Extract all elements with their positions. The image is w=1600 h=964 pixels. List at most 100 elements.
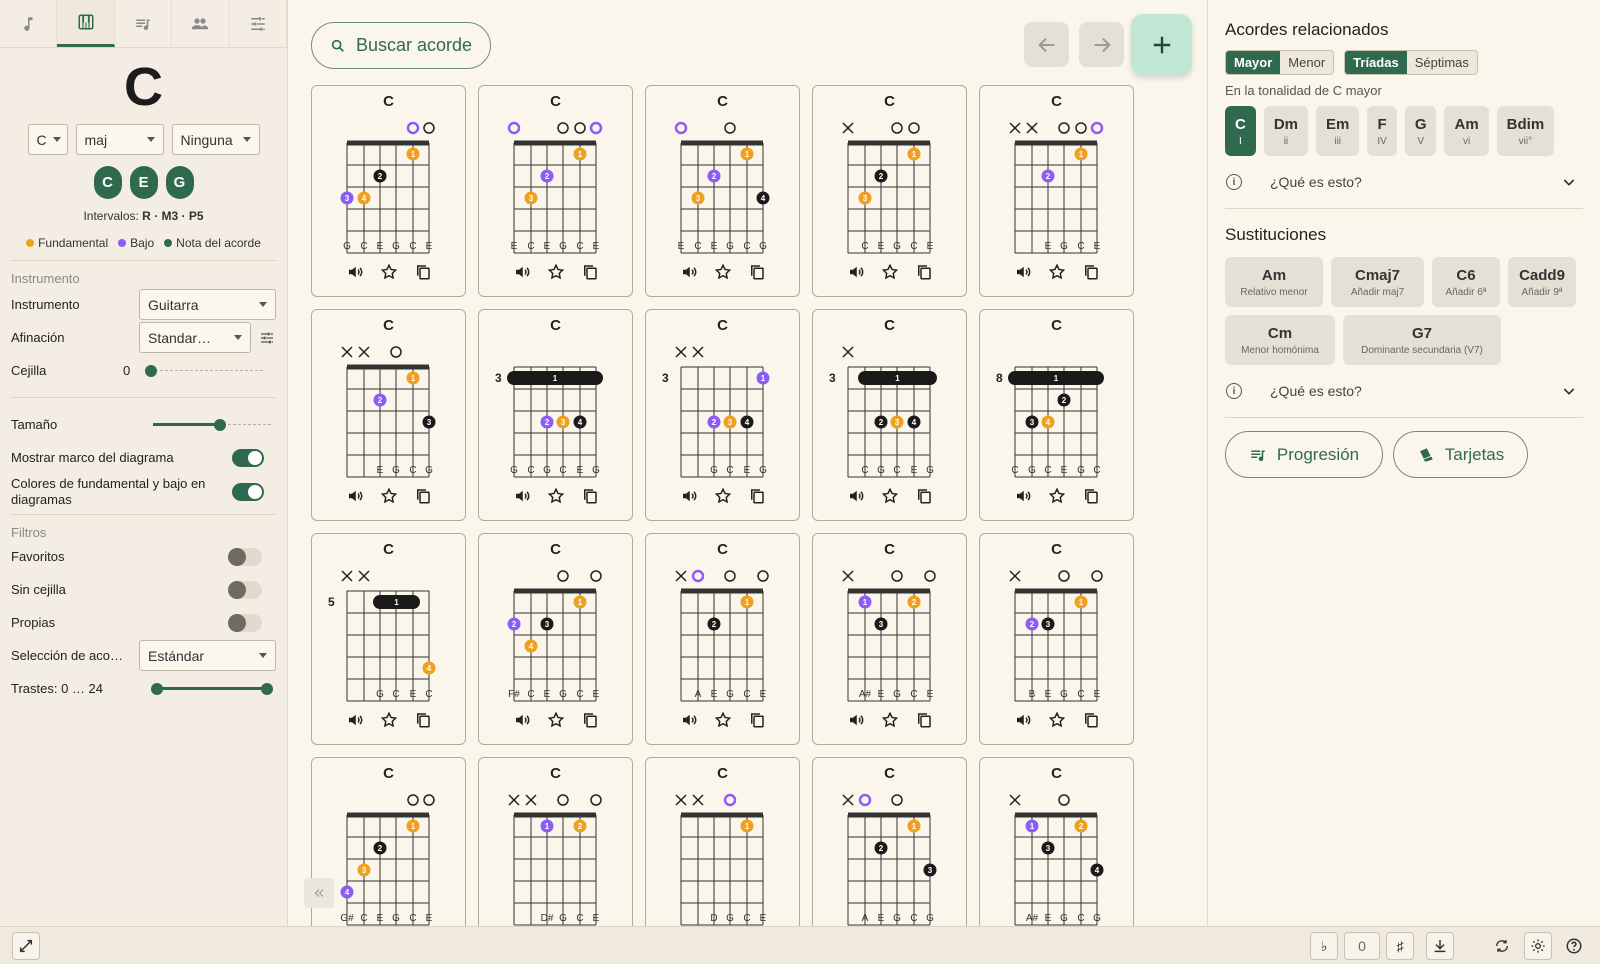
type-triads[interactable]: Tríadas (1345, 51, 1407, 74)
play-button[interactable] (1013, 486, 1033, 506)
copy-button[interactable] (580, 710, 600, 730)
copy-button[interactable] (914, 262, 934, 282)
play-button[interactable] (679, 486, 699, 506)
tab-chords[interactable] (57, 0, 115, 47)
tab-settings[interactable] (230, 0, 288, 47)
favorite-button[interactable] (379, 486, 399, 506)
size-slider[interactable] (153, 418, 271, 432)
chord-diagram-card[interactable]: C123EGCG (311, 309, 466, 521)
chord-diagram-card[interactable]: C 1 2 D# G C E (478, 757, 633, 926)
tab-community[interactable] (172, 0, 230, 47)
collapse-button[interactable] (304, 878, 334, 908)
favorites-toggle[interactable] (228, 547, 262, 566)
favorite-button[interactable] (546, 486, 566, 506)
favorite-button[interactable] (546, 262, 566, 282)
copy-button[interactable] (580, 262, 600, 282)
favorite-button[interactable] (379, 710, 399, 730)
copy-button[interactable] (580, 486, 600, 506)
play-button[interactable] (345, 710, 365, 730)
play-button[interactable] (512, 486, 532, 506)
related-chord-chip[interactable]: Em iii (1316, 106, 1360, 156)
favorite-button[interactable] (1047, 262, 1067, 282)
play-button[interactable] (679, 262, 699, 282)
flat-button[interactable]: ♭ (1310, 932, 1338, 960)
favorite-button[interactable] (379, 262, 399, 282)
mode-major[interactable]: Mayor (1226, 51, 1281, 74)
no-barre-toggle[interactable] (228, 580, 262, 599)
substitution-chip[interactable]: Cmaj7 Añadir maj7 (1331, 257, 1424, 307)
colors-toggle[interactable] (232, 483, 264, 501)
chord-diagram-card[interactable]: C31234GCGCEG (478, 309, 633, 521)
fullscreen-button[interactable] (12, 932, 40, 960)
copy-button[interactable] (413, 262, 433, 282)
chord-diagram-card[interactable]: C 1 2 3 4 A# E G C G (979, 757, 1134, 926)
chord-diagram-card[interactable]: C123ECEGCE (478, 85, 633, 297)
search-button[interactable]: Buscar acorde (311, 22, 491, 69)
settings-button[interactable] (1524, 932, 1552, 960)
related-chord-chip[interactable]: Dm ii (1263, 106, 1309, 156)
chord-diagram-card[interactable]: C81234CGCEGC (979, 309, 1134, 521)
bass-select[interactable]: Ninguna (171, 124, 260, 155)
related-chord-chip[interactable]: CI (1225, 106, 1256, 156)
copy-button[interactable] (914, 710, 934, 730)
add-chord-button[interactable] (1131, 14, 1192, 75)
related-chord-chip[interactable]: GV (1404, 106, 1437, 156)
chord-diagram-card[interactable]: C123AEGCG (812, 757, 967, 926)
chord-note[interactable]: G (165, 166, 194, 199)
download-button[interactable] (1426, 932, 1454, 960)
back-button[interactable] (1024, 22, 1069, 67)
frets-range-slider[interactable] (151, 682, 273, 696)
copy-button[interactable] (747, 710, 767, 730)
substitution-chip[interactable]: C6 Añadir 6ª (1432, 257, 1500, 307)
substitution-chip[interactable]: Am Relativo menor (1225, 257, 1323, 307)
play-button[interactable] (345, 262, 365, 282)
help-button[interactable] (1560, 932, 1588, 960)
mode-minor[interactable]: Menor (1280, 51, 1333, 74)
chord-diagram-card[interactable]: C31234GCEG (645, 309, 800, 521)
type-sevenths[interactable]: Séptimas (1407, 51, 1477, 74)
chord-diagram-card[interactable]: C514GCEC (311, 533, 466, 745)
chord-diagram-card[interactable]: C12EGCE (979, 85, 1134, 297)
chord-diagram-card[interactable]: C 1 2 3 A# E G C E (812, 533, 967, 745)
play-button[interactable] (679, 710, 699, 730)
favorite-button[interactable] (880, 710, 900, 730)
progression-button[interactable]: Progresión (1225, 431, 1383, 478)
chord-diagram-card[interactable]: C 1 2 3 4 G# C E G C E (311, 757, 466, 926)
chord-diagram-card[interactable]: C 1 2 3 4 F# C E G C E (478, 533, 633, 745)
chord-note[interactable]: C (93, 166, 122, 199)
sync-button[interactable] (1488, 932, 1516, 960)
favorite-button[interactable] (880, 262, 900, 282)
selection-select[interactable]: Estándar (139, 640, 276, 671)
frets-min-thumb[interactable] (151, 682, 163, 695)
substitution-chip[interactable]: G7 Dominante secundaria (V7) (1343, 315, 1501, 365)
sharp-button[interactable]: ♯ (1386, 932, 1414, 960)
play-button[interactable] (846, 710, 866, 730)
chord-diagram-card[interactable]: C1 DGCE (645, 757, 800, 926)
what-is-related[interactable]: i ¿Qué es esto? (1225, 170, 1583, 194)
transpose-value[interactable]: 0 (1344, 932, 1380, 960)
copy-button[interactable] (747, 486, 767, 506)
favorite-button[interactable] (1047, 710, 1067, 730)
related-chord-chip[interactable]: F IV (1367, 106, 1397, 156)
tuning-select[interactable]: Standar… (139, 322, 251, 353)
chord-diagram-card[interactable]: C1234ECEGCG (645, 85, 800, 297)
favorite-button[interactable] (880, 486, 900, 506)
tab-notes[interactable] (0, 0, 58, 47)
play-button[interactable] (512, 710, 532, 730)
copy-button[interactable] (1081, 262, 1101, 282)
chord-diagram-card[interactable]: C123BEGCE (979, 533, 1134, 745)
play-button[interactable] (846, 262, 866, 282)
favorite-button[interactable] (546, 710, 566, 730)
chord-diagram-card[interactable]: C123CEGCE (812, 85, 967, 297)
play-button[interactable] (1013, 710, 1033, 730)
favorite-button[interactable] (713, 710, 733, 730)
favorite-button[interactable] (713, 486, 733, 506)
play-button[interactable] (1013, 262, 1033, 282)
favorite-button[interactable] (713, 262, 733, 282)
show-frame-toggle[interactable] (232, 448, 264, 467)
play-button[interactable] (846, 486, 866, 506)
size-slider-thumb[interactable] (214, 418, 227, 431)
what-is-subs[interactable]: i ¿Qué es esto? (1225, 379, 1583, 403)
related-chord-chip[interactable]: Bdim vii° (1496, 106, 1555, 156)
play-button[interactable] (345, 486, 365, 506)
